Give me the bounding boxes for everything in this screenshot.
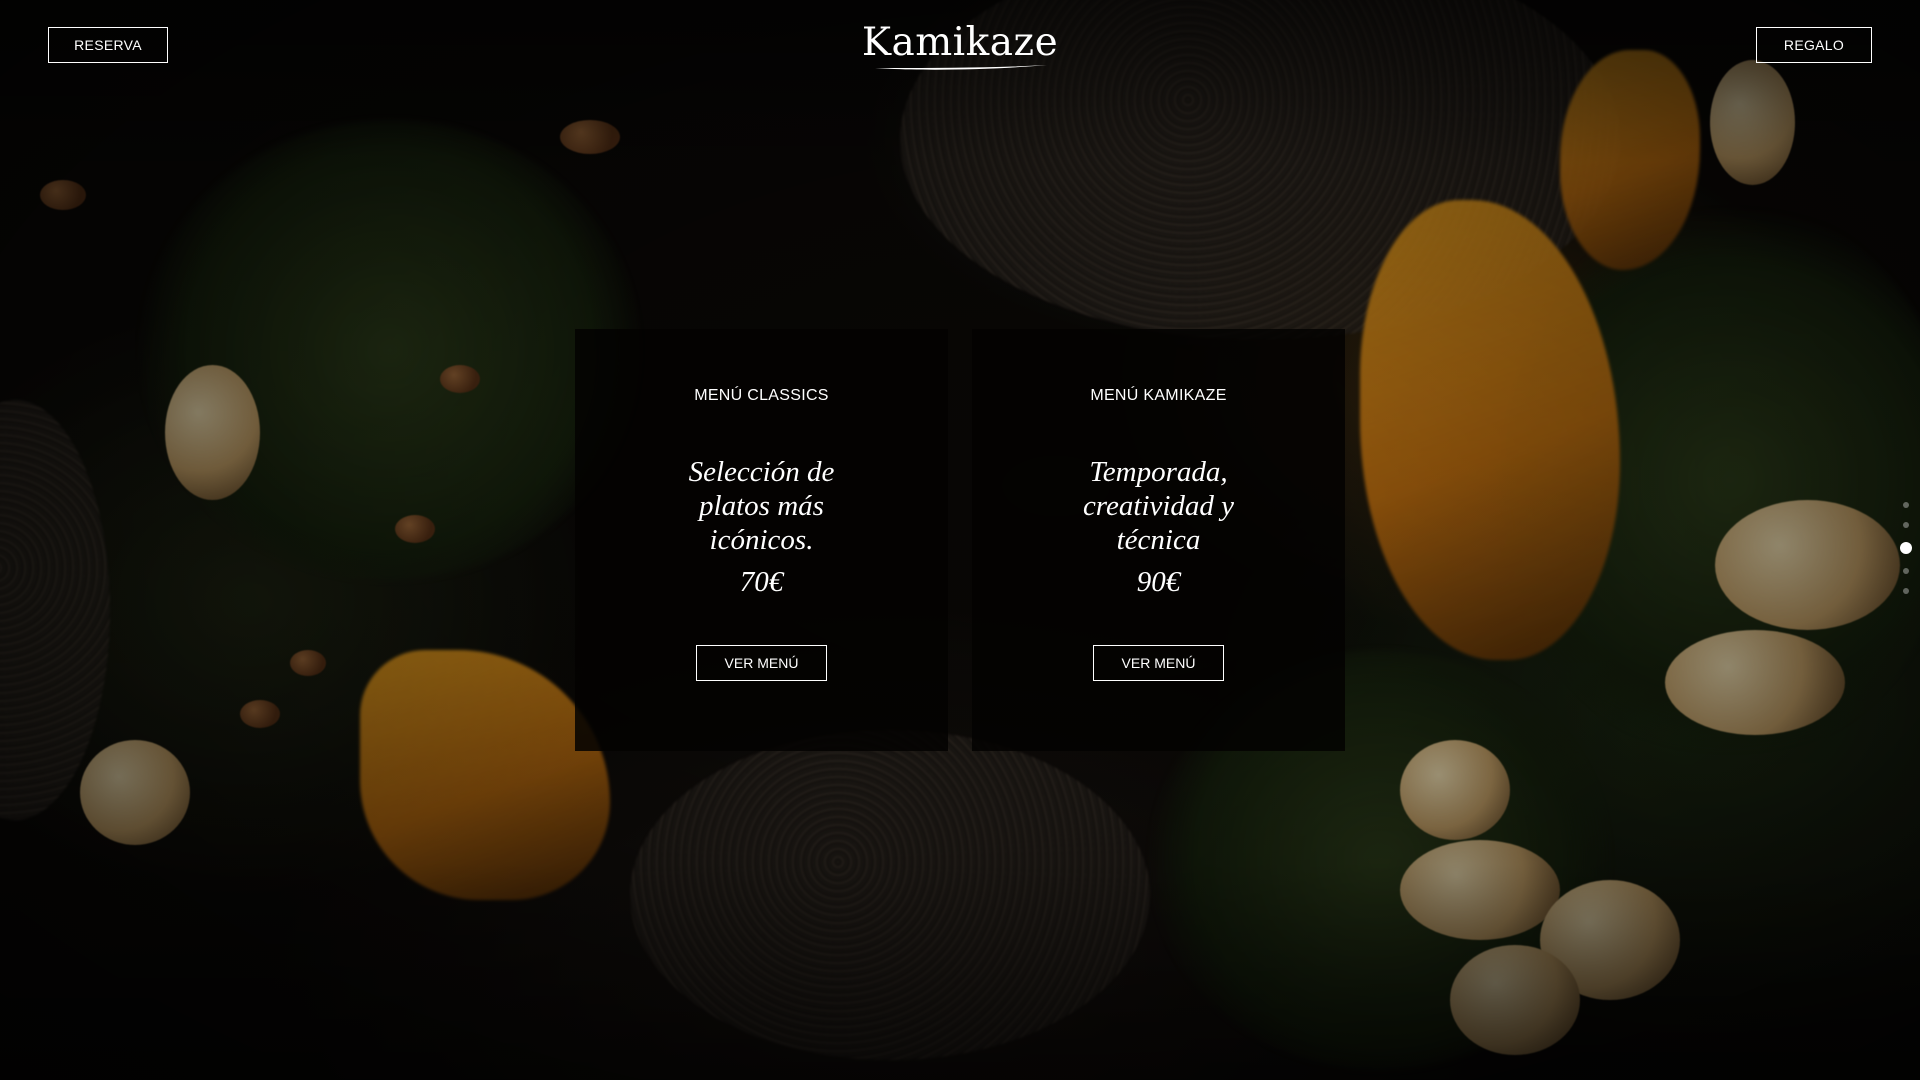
menu-card-classics: MENÚ CLASSICS Selección de platos más ic…	[575, 329, 948, 751]
logo-text: Kamikaze	[861, 20, 1059, 65]
pager-dot[interactable]	[1903, 502, 1909, 508]
regalo-button[interactable]: REGALO	[1756, 27, 1872, 63]
menu-description: Selección de platos más icónicos.	[688, 456, 835, 556]
menu-price: 90€	[1136, 566, 1181, 598]
ver-menu-kamikaze-button[interactable]: VER MENÚ	[1093, 645, 1224, 681]
menu-description: Temporada, creatividad y técnica	[1082, 456, 1235, 556]
pager-dot[interactable]	[1900, 542, 1912, 554]
brand-logo[interactable]: Kamikaze	[850, 18, 1070, 72]
reserva-button[interactable]: RESERVA	[48, 27, 168, 63]
pager-dot[interactable]	[1903, 568, 1909, 574]
menu-price: 70€	[739, 566, 784, 598]
ver-menu-classics-button[interactable]: VER MENÚ	[696, 645, 827, 681]
section-pager	[1900, 502, 1912, 594]
menu-title: MENÚ KAMIKAZE	[1090, 387, 1227, 404]
menu-card-kamikaze: MENÚ KAMIKAZE Temporada, creatividad y t…	[972, 329, 1345, 751]
menu-cards: MENÚ CLASSICS Selección de platos más ic…	[575, 329, 1345, 751]
pager-dot[interactable]	[1903, 522, 1909, 528]
pager-dot[interactable]	[1903, 588, 1909, 594]
menu-title: MENÚ CLASSICS	[694, 387, 829, 404]
